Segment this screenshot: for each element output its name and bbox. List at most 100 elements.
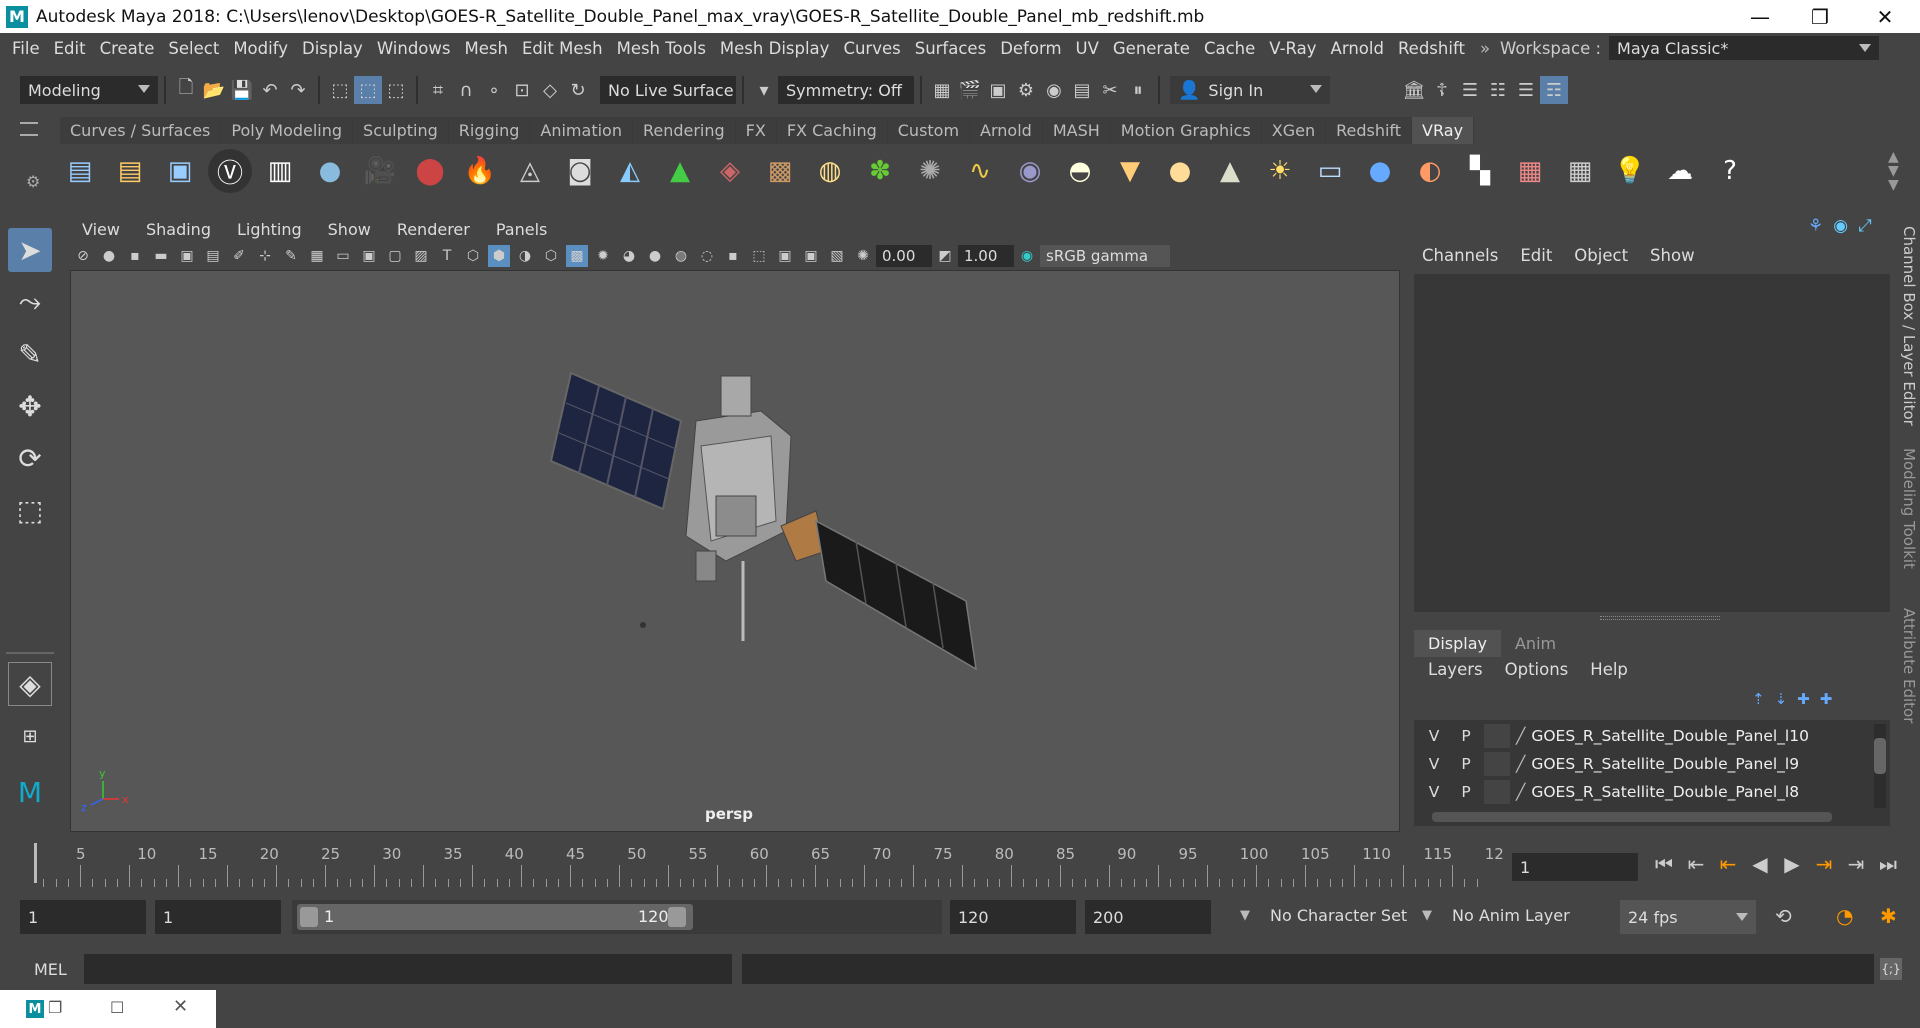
splitter-handle[interactable] [1600,616,1720,620]
vray-environment-icon[interactable]: ◉ [1008,149,1052,193]
lasso-tool-icon[interactable]: ⤳ [8,280,52,324]
select-hierarchy-icon[interactable]: ⬚ [326,76,354,104]
select-object-icon[interactable]: ⬚ [354,76,382,104]
vray-dome-icon[interactable]: ▤ [108,149,152,193]
shelf-tab[interactable]: XGen [1261,117,1327,144]
current-frame-field[interactable]: 1 [1512,853,1638,881]
loop-icon[interactable]: ⟲ [1775,904,1792,928]
layer-visibility-toggle[interactable]: V [1420,752,1448,776]
rotate-tool-icon[interactable]: ⟳ [8,436,52,480]
default-material-icon[interactable]: ◑ [514,245,536,267]
snap-view-icon[interactable]: ⊡ [508,76,536,104]
screen-space-ao-icon[interactable]: ● [644,245,666,267]
side-tab-channel-box[interactable]: Channel Box / Layer Editor [1900,226,1918,426]
layer-playback-toggle[interactable]: P [1452,752,1480,776]
preferences-icon[interactable]: ✱ [1880,904,1897,928]
script-editor-icon[interactable]: {;} [1880,958,1902,980]
vray-displacement-icon[interactable]: ▲ [658,149,702,193]
color-management-icon[interactable]: ◉ [1016,245,1038,267]
safe-title-icon[interactable]: T [436,245,458,267]
menu-generate[interactable]: Generate [1106,39,1197,58]
camera-attr-icon[interactable]: ● [98,245,120,267]
shelf-tab[interactable]: Poly Modeling [221,117,354,144]
shelf-tab[interactable]: Rendering [632,117,736,144]
shelf-menu-icon[interactable] [20,122,38,136]
sign-in-dropdown[interactable]: 👤 Sign In [1170,76,1330,104]
minimize-icon[interactable]: — [1730,0,1790,33]
layer-visibility-toggle[interactable]: V [1420,780,1448,804]
fps-dropdown[interactable]: 24 fps [1620,900,1756,934]
channel-menu-object[interactable]: Object [1574,246,1628,265]
vray-spot-icon[interactable]: ▼ [1108,149,1152,193]
layer-color-swatch[interactable] [1484,752,1510,776]
human-ik-icon[interactable]: ☦ [1428,76,1456,104]
step-back-icon[interactable]: ⇤ [1680,850,1712,878]
channel-box-icon[interactable]: ☰ [1512,76,1540,104]
shelf-tab[interactable]: FX Caching [776,117,888,144]
menu-vray[interactable]: V-Ray [1262,39,1323,58]
vray-bulb-icon[interactable]: 💡 [1608,149,1652,193]
wireframe-shade-icon[interactable]: ⬡ [462,245,484,267]
two-d-pan-icon[interactable]: ▤ [202,245,224,267]
vray-render-icon[interactable]: ▦ [1508,149,1552,193]
color-space-dropdown[interactable]: sRGB gamma [1040,245,1170,267]
vray-fur-icon[interactable]: ✽ [858,149,902,193]
vray-ies-icon[interactable]: ◈ [708,149,752,193]
vray-plane-icon[interactable]: ◬ [508,149,552,193]
menu-modify[interactable]: Modify [226,39,295,58]
vray-spline-icon[interactable]: ∿ [958,149,1002,193]
menu-display[interactable]: Display [295,39,370,58]
select-component-icon[interactable]: ⬚ [382,76,410,104]
select-camera-icon[interactable]: ⊘ [72,245,94,267]
gamma-icon[interactable]: ◩ [934,245,956,267]
layer-menu-layers[interactable]: Layers [1428,660,1483,679]
menu-uv[interactable]: UV [1069,39,1106,58]
live-surface-field[interactable]: No Live Surface [600,76,736,104]
maximize-icon[interactable]: ❐ [1790,0,1850,33]
safe-action-icon[interactable]: ▨ [410,245,432,267]
vray-camera-icon[interactable]: 🎥 [358,149,402,193]
chevron-down-icon[interactable]: ▼ [1422,908,1432,923]
snap-rotate-icon[interactable]: ↻ [564,76,592,104]
menu-overflow-icon[interactable]: » [1480,39,1490,58]
smooth-shade-icon[interactable]: ⬢ [488,245,510,267]
use-all-lights-icon[interactable]: ✹ [592,245,614,267]
vray-logo-icon[interactable]: Ⓥ [208,149,252,193]
step-back-key-icon[interactable]: ⇤ [1712,850,1744,878]
save-scene-icon[interactable]: 💾 [228,76,256,104]
shelf-tab[interactable]: Curves / Surfaces [60,117,222,144]
menu-edit[interactable]: Edit [47,39,93,58]
bookmark-icon[interactable]: ▪ [124,245,146,267]
film-gate-icon[interactable]: ✎ [280,245,302,267]
grease-pencil-icon[interactable]: ✐ [228,245,250,267]
isolate-select-icon[interactable]: ⬚ [748,245,770,267]
scene-end-field[interactable]: 200 [1085,900,1211,934]
layer-row[interactable]: V P ╱ GOES_R_Satellite_Double_Panel_l10 [1414,722,1890,750]
layer-playback-toggle[interactable]: P [1452,724,1480,748]
shelf-tab[interactable]: Motion Graphics [1110,117,1262,144]
render-current-icon[interactable]: 🎬 [956,76,984,104]
channel-menu-edit[interactable]: Edit [1520,246,1552,265]
viewport-3d[interactable]: y x z [70,270,1400,832]
shelf-tab[interactable]: Redshift [1326,117,1413,144]
vray-sun-icon[interactable]: ☀ [1258,149,1302,193]
refresh-icon[interactable]: ◉ [1833,216,1848,236]
resolution-gate-icon[interactable]: ▭ [332,245,354,267]
channel-box-panel[interactable] [1414,274,1890,612]
layer-menu-options[interactable]: Options [1505,660,1569,679]
vray-sphere-light-icon[interactable]: ● [1358,149,1402,193]
shelf-tab[interactable]: Rigging [448,117,531,144]
vray-material-preview-icon[interactable]: ◐ [1408,149,1452,193]
vray-settings-icon[interactable]: ▣ [158,149,202,193]
viewport-menu-show[interactable]: Show [316,220,385,239]
undo-icon[interactable]: ↶ [256,76,284,104]
vray-sky-icon[interactable]: ◓ [1058,149,1102,193]
new-layer-selected-icon[interactable]: ✚ [1820,690,1833,708]
new-layer-icon[interactable]: ✚ [1797,690,1810,708]
vray-frame-buffer-icon[interactable]: ▤ [1068,76,1096,104]
new-scene-icon[interactable]: 🗋 [172,76,200,104]
vray-light-icon[interactable]: ▤ [58,149,102,193]
viewport-menu-shading[interactable]: Shading [134,220,225,239]
menu-file[interactable]: File [5,39,47,58]
shadows-icon[interactable]: ◕ [618,245,640,267]
